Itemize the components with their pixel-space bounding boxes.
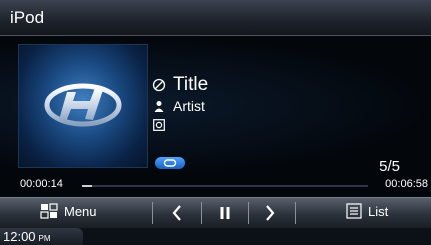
album-icon: [152, 118, 166, 132]
chevron-left-icon: [172, 205, 181, 221]
total-time: 00:06:58: [385, 178, 428, 190]
pause-button[interactable]: [210, 202, 240, 224]
pause-icon: [220, 207, 230, 219]
title-bar: iPod: [0, 0, 431, 36]
repeat-button[interactable]: [155, 157, 185, 169]
clock-time: 12:00: [3, 229, 36, 244]
separator: [295, 202, 296, 224]
list-label: List: [368, 203, 389, 219]
separator: [201, 202, 202, 224]
hyundai-logo: [44, 83, 122, 127]
ipod-player-screen: iPod Title Artist 5/5 00:00:14 00:06:58 …: [0, 0, 431, 245]
album-art: [18, 44, 148, 168]
grid-menu-icon: [40, 203, 58, 219]
list-icon: [346, 203, 362, 219]
progress-bar[interactable]: [82, 185, 368, 187]
separator: [248, 202, 249, 224]
previous-button[interactable]: [162, 202, 192, 224]
clock: 12:00 PM: [0, 228, 83, 245]
separator: [152, 202, 153, 224]
disc-icon: [152, 78, 166, 92]
artist-row: Artist: [152, 98, 205, 114]
menu-button[interactable]: Menu: [40, 203, 97, 219]
elapsed-time: 00:00:14: [20, 178, 63, 190]
track-position: 5/5: [379, 158, 400, 175]
page-title: iPod: [10, 8, 45, 27]
now-playing-area: Title Artist 5/5: [0, 36, 431, 175]
control-bar: Menu List: [0, 197, 431, 228]
chevron-right-icon: [266, 205, 275, 221]
list-button[interactable]: List: [346, 203, 388, 219]
next-button[interactable]: [255, 202, 285, 224]
track-title: Title: [173, 74, 209, 95]
clock-ampm: PM: [38, 234, 51, 243]
person-icon: [152, 99, 166, 113]
track-title-row: Title: [152, 74, 208, 96]
album-row: [152, 118, 173, 132]
repeat-icon: [163, 159, 177, 167]
progress-fill: [82, 185, 92, 187]
menu-label: Menu: [64, 203, 97, 219]
progress-row: 00:00:14 00:06:58: [0, 175, 431, 196]
artist-name: Artist: [173, 98, 205, 114]
status-bar: 12:00 PM: [0, 228, 431, 245]
